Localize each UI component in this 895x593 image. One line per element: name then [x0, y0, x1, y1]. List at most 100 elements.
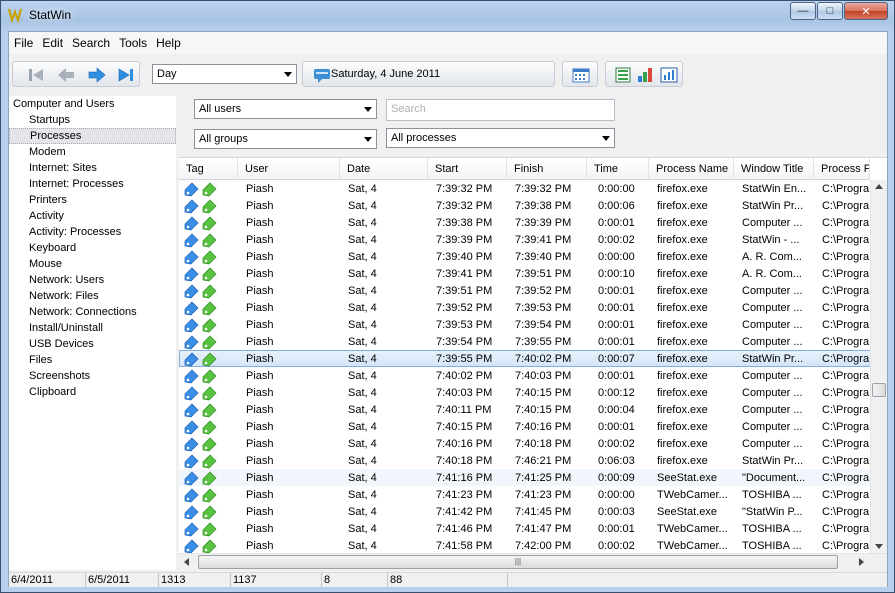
bar-chart-icon[interactable]: [636, 66, 654, 84]
menu-tools[interactable]: Tools: [118, 36, 153, 50]
table-row[interactable]: Piash Sat, 4 7:40:15 PM 7:40:16 PM 0:00:01 fi…: [179, 418, 872, 435]
sidebar-item-startups[interactable]: Startups: [9, 112, 176, 128]
table-row[interactable]: Piash Sat, 4 7:40:02 PM 7:40:03 PM 0:00:01 fi…: [179, 367, 872, 384]
sidebar-item-mouse[interactable]: Mouse: [9, 256, 176, 272]
column-header-tag[interactable]: Tag: [179, 158, 238, 180]
column-header-process-pat[interactable]: Process Pat: [814, 158, 870, 180]
vertical-scroll-thumb[interactable]: [872, 383, 886, 397]
table-view-icon[interactable]: [614, 66, 632, 84]
sidebar-item-network-users[interactable]: Network: Users: [9, 272, 176, 288]
tag-cell[interactable]: [180, 504, 239, 520]
search-input[interactable]: Search: [386, 99, 615, 121]
table-row[interactable]: Piash Sat, 4 7:41:42 PM 7:41:45 PM 0:00:03 Se…: [179, 503, 872, 520]
period-select[interactable]: Day: [152, 64, 297, 84]
calendar-icon[interactable]: [572, 66, 590, 84]
sidebar-item-processes[interactable]: Processes: [9, 128, 176, 144]
tag-cell[interactable]: [180, 470, 239, 486]
scroll-left-icon[interactable]: [184, 558, 189, 566]
tag-cell[interactable]: [180, 334, 239, 350]
table-row[interactable]: Piash Sat, 4 7:39:54 PM 7:39:55 PM 0:00:01 fi…: [179, 333, 872, 350]
menu-file[interactable]: File: [13, 36, 39, 50]
table-row[interactable]: Piash Sat, 4 7:39:39 PM 7:39:41 PM 0:00:02 fi…: [179, 231, 872, 248]
title-bar[interactable]: StatWin — □ ✕: [1, 1, 894, 29]
sidebar-item-keyboard[interactable]: Keyboard: [9, 240, 176, 256]
sidebar-item-install-uninstall[interactable]: Install/Uninstall: [9, 320, 176, 336]
tag-cell[interactable]: [180, 283, 239, 299]
tag-cell[interactable]: [180, 487, 239, 503]
menu-help[interactable]: Help: [155, 36, 187, 50]
groups-select[interactable]: All groups: [194, 129, 377, 149]
column-header-start[interactable]: Start: [428, 158, 507, 180]
sidebar-item-printers[interactable]: Printers: [9, 192, 176, 208]
sidebar-root[interactable]: Computer and Users: [9, 96, 176, 112]
table-row[interactable]: Piash Sat, 4 7:39:41 PM 7:39:51 PM 0:00:10 fi…: [179, 265, 872, 282]
column-header-time[interactable]: Time: [587, 158, 649, 180]
table-row[interactable]: Piash Sat, 4 7:39:32 PM 7:39:38 PM 0:00:06 fi…: [179, 197, 872, 214]
table-row[interactable]: Piash Sat, 4 7:41:23 PM 7:41:23 PM 0:00:00 TW…: [179, 486, 872, 503]
horizontal-scroll-thumb[interactable]: |||: [198, 555, 838, 569]
sidebar-item-files[interactable]: Files: [9, 352, 176, 368]
table-row[interactable]: Piash Sat, 4 7:39:53 PM 7:39:54 PM 0:00:01 fi…: [179, 316, 872, 333]
table-row[interactable]: Piash Sat, 4 7:40:18 PM 7:46:21 PM 0:06:03 fi…: [179, 452, 872, 469]
horizontal-scrollbar[interactable]: |||: [179, 553, 887, 570]
tag-cell[interactable]: [180, 317, 239, 333]
tag-cell[interactable]: [180, 419, 239, 435]
tag-cell[interactable]: [180, 402, 239, 418]
table-row[interactable]: Piash Sat, 4 7:41:58 PM 7:42:00 PM 0:00:02 TW…: [179, 537, 872, 554]
tag-cell[interactable]: [180, 368, 239, 384]
sidebar-item-modem[interactable]: Modem: [9, 144, 176, 160]
sidebar-item-clipboard[interactable]: Clipboard: [9, 384, 176, 400]
table-row[interactable]: Piash Sat, 4 7:40:16 PM 7:40:18 PM 0:00:02 fi…: [179, 435, 872, 452]
report-icon[interactable]: [660, 66, 678, 84]
tag-cell[interactable]: [180, 266, 239, 282]
users-select[interactable]: All users: [194, 99, 377, 119]
tag-cell[interactable]: [180, 521, 239, 537]
date-display[interactable]: Saturday, 4 June 2011: [302, 61, 555, 87]
tag-cell[interactable]: [180, 538, 239, 554]
next-period-icon[interactable]: [88, 66, 106, 84]
processes-select[interactable]: All processes: [386, 128, 615, 148]
table-row[interactable]: Piash Sat, 4 7:41:46 PM 7:41:47 PM 0:00:01 TW…: [179, 520, 872, 537]
first-period-icon[interactable]: [27, 66, 45, 84]
sidebar-item-network-files[interactable]: Network: Files: [9, 288, 176, 304]
scroll-right-icon[interactable]: [859, 558, 864, 566]
vertical-scrollbar[interactable]: [870, 180, 887, 553]
maximize-button[interactable]: □: [817, 2, 843, 20]
sidebar-item-usb-devices[interactable]: USB Devices: [9, 336, 176, 352]
menu-edit[interactable]: Edit: [41, 36, 69, 50]
tag-cell[interactable]: [180, 300, 239, 316]
menu-search[interactable]: Search: [71, 36, 116, 50]
column-header-finish[interactable]: Finish: [507, 158, 587, 180]
tag-cell[interactable]: [180, 351, 239, 367]
table-row[interactable]: Piash Sat, 4 7:39:52 PM 7:39:53 PM 0:00:01 fi…: [179, 299, 872, 316]
table-row[interactable]: Piash Sat, 4 7:41:16 PM 7:41:25 PM 0:00:09 Se…: [179, 469, 872, 486]
last-period-icon[interactable]: [117, 66, 135, 84]
tag-cell[interactable]: [180, 232, 239, 248]
table-row[interactable]: Piash Sat, 4 7:40:11 PM 7:40:15 PM 0:00:04 fi…: [179, 401, 872, 418]
sidebar-item-activity[interactable]: Activity: [9, 208, 176, 224]
tag-cell[interactable]: [180, 215, 239, 231]
table-row[interactable]: Piash Sat, 4 7:39:55 PM 7:40:02 PM 0:00:07 fi…: [179, 350, 872, 367]
scroll-up-icon[interactable]: [875, 184, 883, 189]
table-row[interactable]: Piash Sat, 4 7:39:40 PM 7:39:40 PM 0:00:00 fi…: [179, 248, 872, 265]
close-button[interactable]: ✕: [844, 2, 888, 20]
sidebar-item-screenshots[interactable]: Screenshots: [9, 368, 176, 384]
tag-cell[interactable]: [180, 181, 239, 197]
table-row[interactable]: Piash Sat, 4 7:40:03 PM 7:40:15 PM 0:00:12 fi…: [179, 384, 872, 401]
tag-cell[interactable]: [180, 436, 239, 452]
sidebar-item-internet-processes[interactable]: Internet: Processes: [9, 176, 176, 192]
column-header-process-name[interactable]: Process Name: [649, 158, 734, 180]
tag-cell[interactable]: [180, 198, 239, 214]
tag-cell[interactable]: [180, 385, 239, 401]
tag-cell[interactable]: [180, 453, 239, 469]
sidebar-item-activity-processes[interactable]: Activity: Processes: [9, 224, 176, 240]
table-row[interactable]: Piash Sat, 4 7:39:51 PM 7:39:52 PM 0:00:01 fi…: [179, 282, 872, 299]
minimize-button[interactable]: —: [790, 2, 816, 20]
sidebar-item-internet-sites[interactable]: Internet: Sites: [9, 160, 176, 176]
table-row[interactable]: Piash Sat, 4 7:39:38 PM 7:39:39 PM 0:00:01 fi…: [179, 214, 872, 231]
scroll-down-icon[interactable]: [875, 544, 883, 549]
table-row[interactable]: Piash Sat, 4 7:39:32 PM 7:39:32 PM 0:00:00 fi…: [179, 180, 872, 197]
previous-period-icon[interactable]: [57, 66, 75, 84]
column-header-user[interactable]: User: [238, 158, 340, 180]
tag-cell[interactable]: [180, 249, 239, 265]
